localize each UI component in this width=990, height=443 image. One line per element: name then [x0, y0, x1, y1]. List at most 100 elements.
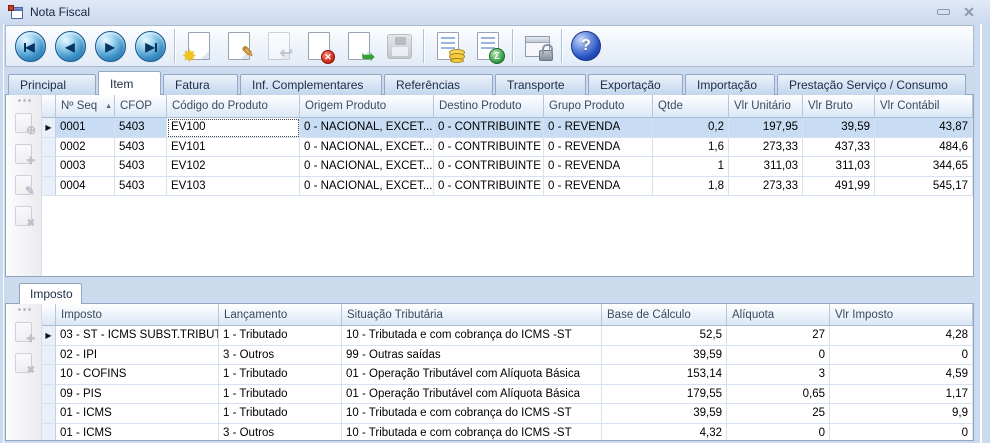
grid-row[interactable]: 10 - COFINS1 - Tributado01 - Operação Tr…	[42, 365, 973, 385]
grid-cell[interactable]: 311,03	[729, 157, 803, 177]
close-button[interactable]	[956, 4, 982, 20]
grid-cell[interactable]: 01 - ICMS	[56, 404, 219, 424]
column-header[interactable]: Código do Produto	[167, 95, 300, 118]
grid-edit-button[interactable]	[12, 173, 36, 197]
grid-cell[interactable]: 344,65	[875, 157, 973, 177]
tab-inf-complementares[interactable]: Inf. Complementares	[240, 74, 382, 95]
grid-cell[interactable]: 1 - Tributado	[219, 385, 342, 405]
grid-cell[interactable]: 5403	[115, 118, 167, 138]
nav-first-button[interactable]	[11, 27, 49, 65]
grid-cell[interactable]: 1 - Tributado	[219, 365, 342, 385]
grid-cell[interactable]: 0 - CONTRIBUINTE ...	[434, 177, 544, 197]
grid-cell[interactable]: 545,17	[875, 177, 973, 197]
help-button[interactable]	[567, 27, 605, 65]
grid-cell[interactable]: EV100	[167, 118, 300, 138]
grid-cell[interactable]: 179,55	[602, 385, 727, 405]
grid-cell[interactable]: 03 - ST - ICMS SUBST.TRIBUTÁRIA	[56, 326, 219, 346]
grid-cell[interactable]: 10 - Tributada e com cobrança do ICMS -S…	[342, 424, 602, 441]
column-header[interactable]: Origem Produto	[300, 95, 434, 118]
imposto-delete-button[interactable]	[12, 351, 36, 375]
grid-cell[interactable]: 273,33	[729, 138, 803, 158]
column-header[interactable]: Lançamento	[219, 304, 342, 326]
grid-cell[interactable]: 3	[727, 365, 830, 385]
grid-row[interactable]: 01 - ICMS1 - Tributado10 - Tributada e c…	[42, 404, 973, 424]
save-button[interactable]	[380, 27, 418, 65]
grid-cell[interactable]: 5403	[115, 138, 167, 158]
grid-cell[interactable]: 0 - CONTRIBUINTE ...	[434, 118, 544, 138]
grid-row[interactable]: 09 - PIS1 - Tributado01 - Operação Tribu…	[42, 385, 973, 405]
tab-importa-o[interactable]: Importação	[685, 74, 775, 95]
column-header[interactable]: Vlr Contábil	[875, 95, 973, 118]
grid-cell[interactable]: 4,32	[602, 424, 727, 441]
grid-cell[interactable]: 491,99	[803, 177, 875, 197]
grid-cell[interactable]: EV101	[167, 138, 300, 158]
grid-cell[interactable]: 0 - REVENDA	[544, 177, 653, 197]
grid-cell[interactable]: EV103	[167, 177, 300, 197]
report-totals-button[interactable]	[469, 27, 507, 65]
grid-row[interactable]: 02 - IPI3 - Outros99 - Outras saídas39,5…	[42, 346, 973, 366]
column-header[interactable]: Grupo Produto	[544, 95, 653, 118]
column-header[interactable]: CFOP	[115, 95, 167, 118]
nav-next-button[interactable]	[91, 27, 129, 65]
grid-cell[interactable]: 3 - Outros	[219, 346, 342, 366]
tab-exporta-o[interactable]: Exportação	[588, 74, 683, 95]
tab-imposto[interactable]: Imposto	[19, 283, 82, 304]
grid-cell[interactable]: 0001	[56, 118, 115, 138]
post-record-button[interactable]	[340, 27, 378, 65]
grid-cell[interactable]: 0,2	[653, 118, 729, 138]
grid-cell[interactable]: 9,9	[830, 404, 973, 424]
tab-transporte[interactable]: Transporte	[495, 74, 586, 95]
column-header[interactable]: Destino Produto	[434, 95, 544, 118]
new-record-button[interactable]	[180, 27, 218, 65]
grid-cell[interactable]: 0 - CONTRIBUINTE ...	[434, 138, 544, 158]
grid-cell[interactable]: 0 - NACIONAL, EXCET...	[300, 177, 434, 197]
grid-cell[interactable]: 0,65	[727, 385, 830, 405]
grid-row[interactable]: 00025403EV1010 - NACIONAL, EXCET...0 - C…	[42, 138, 973, 158]
grid-cell[interactable]: 99 - Outras saídas	[342, 346, 602, 366]
grid-cell[interactable]: 5403	[115, 177, 167, 197]
grid-cell[interactable]: 0 - CONTRIBUINTE ...	[434, 157, 544, 177]
grid-cell[interactable]: 0	[830, 424, 973, 441]
edit-record-button[interactable]	[220, 27, 258, 65]
grid-cell[interactable]: 1,17	[830, 385, 973, 405]
toolbar-grip[interactable]	[17, 308, 31, 311]
grid-row[interactable]: 00045403EV1030 - NACIONAL, EXCET...0 - C…	[42, 177, 973, 197]
grid-cell[interactable]: 153,14	[602, 365, 727, 385]
column-header[interactable]: Imposto	[56, 304, 219, 326]
grid-cell[interactable]: 1 - Tributado	[219, 326, 342, 346]
grid-cell[interactable]: 01 - ICMS	[56, 424, 219, 441]
cancel-record-button[interactable]	[300, 27, 338, 65]
column-header[interactable]: Vlr Bruto	[803, 95, 875, 118]
tab-presta-o-servi-o-consumo[interactable]: Prestação Serviço / Consumo	[777, 74, 966, 95]
grid-add-button[interactable]	[12, 142, 36, 166]
grid-cell[interactable]: 39,59	[803, 118, 875, 138]
grid-cell[interactable]: 10 - COFINS	[56, 365, 219, 385]
nav-previous-button[interactable]	[51, 27, 89, 65]
security-button[interactable]	[518, 27, 556, 65]
grid-insert-button[interactable]	[12, 111, 36, 135]
grid-cell[interactable]: 09 - PIS	[56, 385, 219, 405]
grid-cell[interactable]: 52,5	[602, 326, 727, 346]
grid-cell[interactable]: 197,95	[729, 118, 803, 138]
column-header[interactable]: Vlr Unitário	[729, 95, 803, 118]
report-values-button[interactable]	[429, 27, 467, 65]
grid-cell[interactable]: 0	[727, 346, 830, 366]
grid-cell[interactable]: 0 - NACIONAL, EXCET...	[300, 118, 434, 138]
column-header[interactable]: Alíquota	[727, 304, 830, 326]
grid-cell[interactable]: 437,33	[803, 138, 875, 158]
grid-cell[interactable]: 0	[830, 346, 973, 366]
grid-cell[interactable]: 01 - Operação Tributável com Alíquota Bá…	[342, 365, 602, 385]
grid-cell[interactable]: 02 - IPI	[56, 346, 219, 366]
grid-cell[interactable]: 10 - Tributada e com cobrança do ICMS -S…	[342, 404, 602, 424]
tab-item[interactable]: Item	[98, 71, 161, 95]
grid-cell[interactable]: 0	[727, 424, 830, 441]
grid-cell[interactable]: 0 - NACIONAL, EXCET...	[300, 138, 434, 158]
grid-cell[interactable]: 1,6	[653, 138, 729, 158]
grid-cell[interactable]: 273,33	[729, 177, 803, 197]
grid-cell[interactable]: 4,59	[830, 365, 973, 385]
grid-cell[interactable]: 39,59	[602, 346, 727, 366]
grid-row[interactable]: ▶00015403EV1000 - NACIONAL, EXCET...0 - …	[42, 118, 973, 138]
column-header[interactable]: Base de Cálculo	[602, 304, 727, 326]
imposto-add-button[interactable]	[12, 320, 36, 344]
tab-fatura[interactable]: Fatura	[163, 74, 238, 95]
